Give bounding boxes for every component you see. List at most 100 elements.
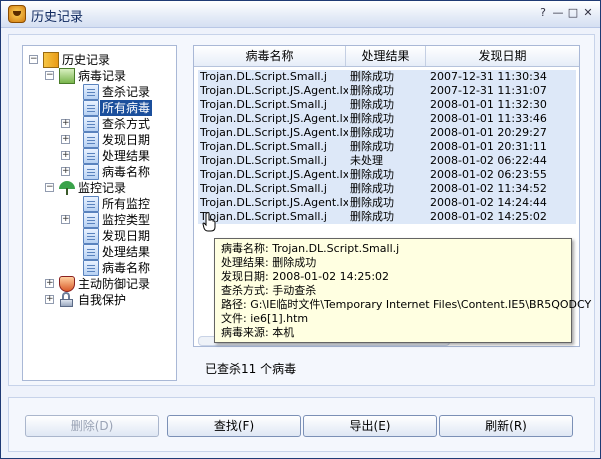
history-window: 历史记录 ? — □ ✕ − 历史记录 − 病毒记录 查杀记录 所有病毒 + 查… <box>0 0 601 459</box>
expand-icon[interactable]: + <box>61 135 70 144</box>
column-header-result[interactable]: 处理结果 <box>346 46 426 66</box>
table-row[interactable]: Trojan.DL.Script.Small.j 删除成功 2008-01-01 1… <box>198 98 576 112</box>
app-logo-icon <box>8 5 26 23</box>
cell-virus-name: Trojan.DL.Script.Small.j <box>200 98 327 111</box>
cell-result: 删除成功 <box>350 140 394 153</box>
tree-label-kill-method: 查杀方式 <box>102 117 151 131</box>
table-row[interactable]: Trojan.DL.Script.JS.Agent.lxo 删除成功 2007-12… <box>198 84 576 98</box>
document-icon <box>83 196 99 212</box>
minimize-button[interactable]: — <box>550 6 566 20</box>
collapse-icon[interactable]: − <box>45 71 54 80</box>
tree-label-virus-log: 病毒记录 <box>78 69 127 83</box>
tree-label-all-viruses: 所有病毒 <box>100 100 153 116</box>
umbrella-icon <box>59 180 75 196</box>
table-row[interactable]: Trojan.DL.Script.Small.j 未处理 2008-01-02 06… <box>198 154 576 168</box>
tree-label-active-defense: 主动防御记录 <box>78 277 151 291</box>
table-row[interactable]: Trojan.DL.Script.Small.j 删除成功 2008-01-02 1… <box>198 210 576 224</box>
document-icon <box>83 260 99 276</box>
document-icon <box>83 244 99 260</box>
book-icon <box>43 52 59 68</box>
window-title: 历史记录 <box>31 10 84 25</box>
expand-icon[interactable]: + <box>61 167 70 176</box>
cell-date: 2008-01-01 11:32:30 <box>430 98 547 111</box>
lock-icon <box>59 292 75 308</box>
virus-detail-tooltip: 病毒名称: Trojan.DL.Script.Small.j 处理结果: 删除成… <box>214 238 591 343</box>
document-icon <box>83 116 99 132</box>
table-row[interactable]: Trojan.DL.Script.JS.Agent.lxo 删除成功 2008-01… <box>198 112 576 126</box>
tooltip-virus-name: 病毒名称: Trojan.DL.Script.Small.j <box>221 242 400 255</box>
find-button[interactable]: 查找(F) <box>167 415 301 437</box>
cell-result: 删除成功 <box>350 70 394 83</box>
cell-virus-name: Trojan.DL.Script.JS.Agent.lxo <box>200 126 348 139</box>
refresh-button[interactable]: 刷新(R) <box>439 415 573 437</box>
cell-result: 删除成功 <box>350 168 394 181</box>
expand-icon[interactable]: + <box>45 279 54 288</box>
tree-label-self-protect: 自我保护 <box>78 293 127 307</box>
cell-virus-name: Trojan.DL.Script.Small.j <box>200 154 327 167</box>
tree-label-result: 处理结果 <box>102 149 151 163</box>
cell-result: 删除成功 <box>350 98 394 111</box>
tree-label-monitor-date: 发现日期 <box>102 229 151 243</box>
history-tree: − 历史记录 − 病毒记录 查杀记录 所有病毒 + 查杀方式 + 发现日期 + … <box>22 45 177 381</box>
document-icon <box>83 164 99 180</box>
table-header: 病毒名称 处理结果 发现日期 <box>194 46 579 67</box>
cell-virus-name: Trojan.DL.Script.Small.j <box>200 210 327 223</box>
cell-virus-name: Trojan.DL.Script.JS.Agent.lxo <box>200 196 348 209</box>
cell-result: 删除成功 <box>350 126 394 139</box>
cell-result: 删除成功 <box>350 210 394 223</box>
cell-virus-name: Trojan.DL.Script.JS.Agent.lxo <box>200 168 348 181</box>
table-row[interactable]: Trojan.DL.Script.Small.j 删除成功 2008-01-02 1… <box>198 182 576 196</box>
table-row[interactable]: Trojan.DL.Script.Small.j 删除成功 2007-12-31 1… <box>198 70 576 84</box>
virus-log-icon <box>59 68 75 84</box>
cell-date: 2008-01-02 14:24:44 <box>430 196 547 209</box>
table-row[interactable]: Trojan.DL.Script.Small.j 删除成功 2008-01-01 2… <box>198 140 576 154</box>
hand-cursor-icon <box>202 212 216 232</box>
cell-virus-name: Trojan.DL.Script.Small.j <box>200 140 327 153</box>
expand-icon[interactable]: + <box>61 215 70 224</box>
collapse-icon[interactable]: − <box>45 183 54 192</box>
document-icon <box>83 228 99 244</box>
maximize-button[interactable]: □ <box>565 6 581 20</box>
tree-label-virus-name: 病毒名称 <box>102 165 151 179</box>
cell-result: 删除成功 <box>350 84 394 97</box>
table-row[interactable]: Trojan.DL.Script.JS.Agent.lxo 删除成功 2008-01… <box>198 126 576 140</box>
cell-date: 2008-01-02 11:34:52 <box>430 182 547 195</box>
tree-label-all-monitors: 所有监控 <box>102 197 151 211</box>
document-icon <box>83 100 99 116</box>
collapse-icon[interactable]: − <box>29 55 38 64</box>
cell-date: 2008-01-02 06:23:55 <box>430 168 547 181</box>
tree-label-monitor-result: 处理结果 <box>102 245 151 259</box>
help-button[interactable]: ? <box>535 6 551 20</box>
cell-date: 2008-01-02 06:22:44 <box>430 154 547 167</box>
cell-date: 2008-01-01 11:33:46 <box>430 112 547 125</box>
expand-icon[interactable]: + <box>45 295 54 304</box>
close-button[interactable]: ✕ <box>580 6 596 20</box>
title-bar[interactable]: 历史记录 ? — □ ✕ <box>1 1 600 28</box>
expand-icon[interactable]: + <box>61 119 70 128</box>
tooltip-source: 病毒来源: 本机 <box>221 326 295 339</box>
cell-virus-name: Trojan.DL.Script.JS.Agent.lxo <box>200 112 348 125</box>
cell-result: 删除成功 <box>350 112 394 125</box>
table-row[interactable]: Trojan.DL.Script.JS.Agent.lxo 删除成功 2008-01… <box>198 196 576 210</box>
cell-date: 2008-01-01 20:31:11 <box>430 140 547 153</box>
status-text: 已查杀11 个病毒 <box>205 362 297 376</box>
cell-date: 2008-01-02 14:25:02 <box>430 210 547 223</box>
cell-date: 2008-01-01 20:29:27 <box>430 126 547 139</box>
document-icon <box>83 148 99 164</box>
tooltip-file: 文件: ie6[1].htm <box>221 312 309 325</box>
column-header-virus-name[interactable]: 病毒名称 <box>194 46 346 66</box>
cell-virus-name: Trojan.DL.Script.Small.j <box>200 182 327 195</box>
table-row[interactable]: Trojan.DL.Script.JS.Agent.lxo 删除成功 2008-01… <box>198 168 576 182</box>
cell-date: 2007-12-31 11:30:34 <box>430 70 547 83</box>
cell-result: 删除成功 <box>350 182 394 195</box>
tooltip-method: 查杀方式: 手动查杀 <box>221 284 317 297</box>
cell-virus-name: Trojan.DL.Script.Small.j <box>200 70 327 83</box>
expand-icon[interactable]: + <box>61 151 70 160</box>
tree-label-monitor-virus-name: 病毒名称 <box>102 261 151 275</box>
column-header-date[interactable]: 发现日期 <box>426 46 579 66</box>
delete-button[interactable]: 删除(D) <box>25 415 159 437</box>
tooltip-result: 处理结果: 删除成功 <box>221 256 317 269</box>
cell-result: 删除成功 <box>350 196 394 209</box>
export-button[interactable]: 导出(E) <box>303 415 437 437</box>
defense-shield-icon <box>59 276 75 292</box>
